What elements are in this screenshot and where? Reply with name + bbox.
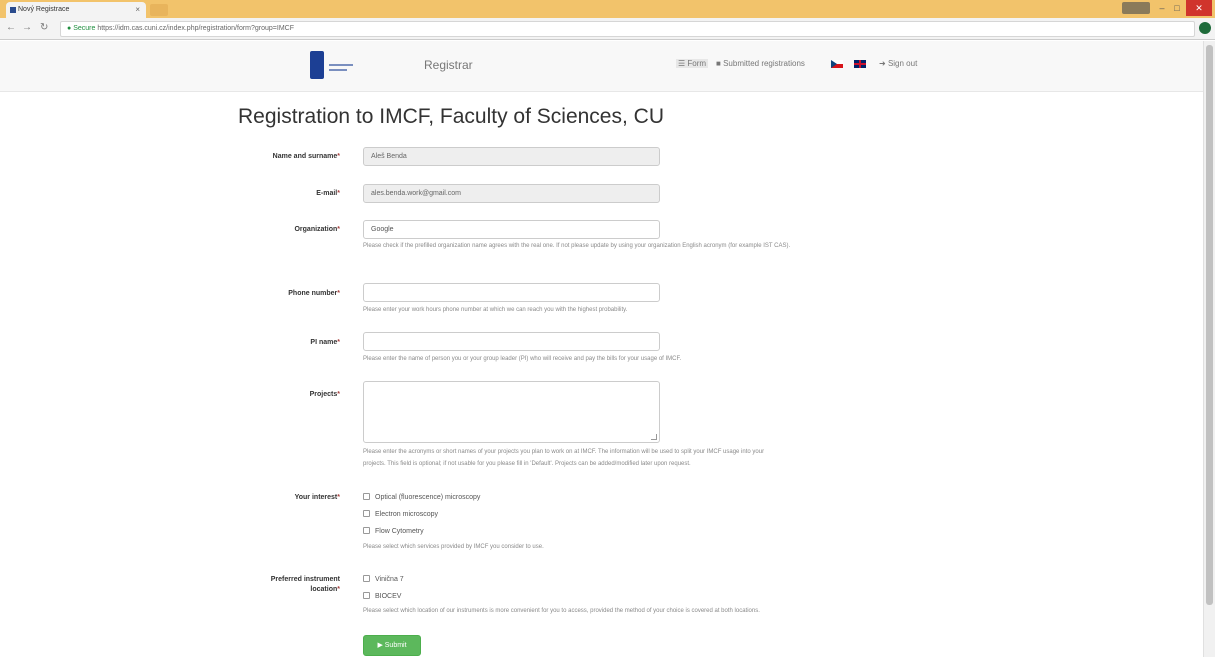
checkbox[interactable] (363, 510, 370, 517)
nav-signout-link[interactable]: ➜ Sign out (879, 59, 917, 68)
url-text: https://idm.cas.cuni.cz/index.php/regist… (97, 25, 294, 32)
interest-help: Please select which services provided by… (363, 544, 544, 550)
back-icon[interactable]: ← (6, 22, 16, 33)
phone-label: Phone number* (288, 290, 340, 297)
tab-title: Nový Registrace (18, 6, 70, 13)
interest-option-electron[interactable]: Electron microscopy (363, 510, 438, 520)
reload-icon[interactable]: ↻ (40, 22, 48, 33)
name-field[interactable]: Aleš Benda (363, 147, 660, 166)
phone-field[interactable] (363, 283, 660, 302)
minimize-button[interactable]: – (1155, 0, 1169, 16)
logo-mark (310, 51, 324, 79)
browser-tabstrip: Nový Registrace × – □ ✕ (0, 0, 1215, 18)
checkbox[interactable] (363, 493, 370, 500)
forward-icon[interactable]: → (22, 22, 32, 33)
location-option-vinicna[interactable]: Vinična 7 (363, 575, 404, 585)
czech-flag-icon[interactable] (831, 60, 843, 68)
nav-form-link[interactable]: ☰ Form (676, 59, 709, 68)
location-label: Preferred instrument location* (270, 576, 340, 593)
projects-help-line2: projects. This field is optional; if not… (363, 461, 691, 467)
page-title: Registration to IMCF, Faculty of Science… (238, 105, 664, 128)
projects-help-line1: Please enter the acronyms or short names… (363, 449, 765, 455)
interest-option-flow[interactable]: Flow Cytometry (363, 527, 424, 537)
browser-tab[interactable]: Nový Registrace × (6, 2, 146, 18)
site-favicon-icon (10, 7, 16, 13)
checkbox[interactable] (363, 527, 370, 534)
maximize-button[interactable]: □ (1170, 0, 1184, 16)
checkbox[interactable] (363, 592, 370, 599)
tab-close-icon[interactable]: × (135, 2, 140, 18)
university-logo[interactable] (310, 51, 358, 81)
pi-label: PI name* (310, 339, 340, 346)
secure-label: Secure (73, 25, 96, 32)
scrollbar-thumb[interactable] (1206, 45, 1213, 605)
submit-button[interactable]: ▶ Submit (363, 635, 421, 656)
checkbox[interactable] (363, 575, 370, 582)
list-icon: ■ (716, 59, 721, 68)
interest-option-optical[interactable]: Optical (fluorescence) microscopy (363, 493, 480, 503)
extension-icon[interactable] (1199, 22, 1211, 34)
projects-label: Projects* (309, 391, 340, 398)
organization-help: Please check if the prefilled organizati… (363, 243, 791, 249)
pi-help: Please enter the name of person you or y… (363, 356, 682, 362)
phone-help: Please enter your work hours phone numbe… (363, 307, 628, 313)
secure-lock-icon: ● (67, 25, 72, 32)
app-navbar: Registrar ☰ Form ■ Submitted registratio… (0, 41, 1203, 92)
organization-field[interactable]: Google (363, 220, 660, 239)
organization-label: Organization* (294, 226, 340, 233)
location-option-biocev[interactable]: BIOCEV (363, 592, 401, 602)
interest-label: Your interest* (294, 494, 340, 501)
user-profile-button[interactable] (1122, 2, 1150, 14)
signout-icon: ➜ (879, 59, 886, 68)
new-tab-button[interactable] (150, 4, 168, 16)
name-label: Name and surname* (272, 153, 340, 160)
pi-name-field[interactable] (363, 332, 660, 351)
form-icon: ☰ (678, 59, 686, 68)
english-flag-icon[interactable] (854, 60, 866, 68)
projects-textarea[interactable] (363, 381, 660, 443)
app-brand[interactable]: Registrar (424, 58, 473, 72)
close-window-button[interactable]: ✕ (1186, 0, 1212, 16)
browser-toolbar: ← → ↻ ● Secure https://idm.cas.cuni.cz/i… (0, 18, 1215, 40)
address-bar[interactable]: ● Secure https://idm.cas.cuni.cz/index.p… (60, 21, 1195, 37)
email-field[interactable]: ales.benda.work@gmail.com (363, 184, 660, 203)
page-scrollbar[interactable] (1203, 41, 1215, 657)
location-help: Please select which location of our inst… (363, 608, 760, 614)
nav-submitted-link[interactable]: ■ Submitted registrations (716, 59, 805, 68)
email-label: E-mail* (316, 190, 340, 197)
